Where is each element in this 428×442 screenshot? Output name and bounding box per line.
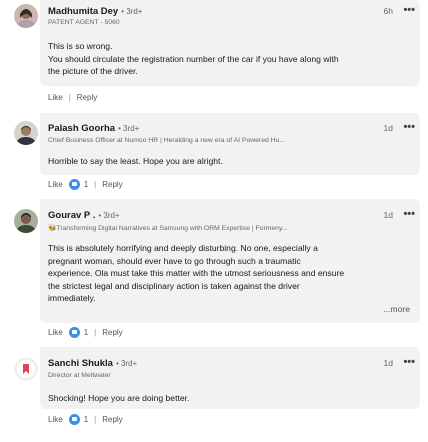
timestamp: 6h [383,6,393,16]
like-button[interactable]: Like [48,415,63,424]
comment-line: the picture of the driver. [48,66,138,77]
reply-button[interactable]: Reply [102,328,122,337]
divider: | [68,93,71,102]
see-more-link[interactable]: ...more [383,304,410,314]
timestamp: 1d [383,358,393,368]
more-options-icon[interactable]: ••• [403,208,415,220]
comment-text: This is so wrong. You should circulate t… [48,40,413,78]
author-headline: Chief Business Officer at Numoo HR | Her… [48,137,285,144]
comment-line: experience. Ola must take this matter wi… [48,268,345,279]
comment-text: Shocking! Hope you are doing better. [48,392,413,405]
divider: | [94,328,97,337]
author-headline: Director at Meltwater [48,372,111,379]
author-name[interactable]: Gourav P . • 3rd+ [48,210,120,221]
like-button[interactable]: Like [48,93,63,102]
timestamp: 1d [383,210,393,220]
comment-gourav: Gourav P . • 3rd+ 🐝Transforming Digital N… [0,199,428,347]
reply-button[interactable]: Reply [102,415,122,424]
like-button[interactable]: Like [48,328,63,337]
reaction-count[interactable]: 1 [84,180,88,189]
avatar[interactable] [14,209,38,233]
reaction-count[interactable]: 1 [84,328,88,337]
avatar[interactable] [14,4,38,28]
author-name[interactable]: Palash Goorha • 3rd+ [48,123,139,134]
avatar[interactable] [14,357,38,381]
comment-actions: Like | Reply [48,93,97,102]
timestamp: 1d [383,123,393,133]
comment-actions: Like 1 | Reply [48,414,123,425]
like-reaction-icon [68,327,80,338]
comment-line: Shocking! Hope you are doing better. [48,393,190,403]
author-headline: 🐝Transforming Digital Narratives at Sams… [48,225,288,232]
connection-degree: • 3rd+ [115,359,138,368]
comment-actions: Like 1 | Reply [48,327,123,338]
comment-line: the strictest legal and disciplinary act… [48,280,300,291]
comment-text: Horrible to say the least. Hope you are … [48,155,413,168]
like-reaction-icon [68,414,80,425]
comment-line: You should circulate the registration nu… [48,53,339,64]
more-options-icon[interactable]: ••• [403,356,415,368]
comment-sanchi: Sanchi Shukla • 3rd+ Director at Meltwate… [0,347,428,442]
author-name[interactable]: Madhumita Dey • 3rd+ [48,6,142,17]
comment-madhumita: Madhumita Dey • 3rd+ PATENT AGENT - 5060 … [0,0,428,112]
more-options-icon[interactable]: ••• [403,4,415,16]
author-headline: PATENT AGENT - 5060 [48,19,120,26]
connection-degree: • 3rd+ [98,211,120,220]
comment-line: pregnant woman, should ever have to go t… [48,255,301,266]
comment-line: This is absolutely horrifying and deeply… [48,243,318,253]
more-options-icon[interactable]: ••• [403,121,415,133]
comment-line: immediately. [48,293,96,304]
author-name[interactable]: Sanchi Shukla • 3rd+ [48,358,137,369]
comment-line: This is so wrong. [48,41,113,51]
comment-text: This is absolutely horrifying and deeply… [48,242,413,305]
divider: | [94,180,97,189]
avatar[interactable] [14,121,38,145]
reply-button[interactable]: Reply [102,180,122,189]
comment-line: Horrible to say the least. Hope you are … [48,156,223,166]
comment-palash: Palash Goorha • 3rd+ Chief Business Offic… [0,113,428,199]
like-reaction-icon [68,179,80,190]
like-button[interactable]: Like [48,180,63,189]
comment-actions: Like 1 | Reply [48,179,123,190]
divider: | [94,415,97,424]
connection-degree: • 3rd+ [118,124,140,133]
reaction-count[interactable]: 1 [84,415,88,424]
reply-button[interactable]: Reply [77,93,97,102]
connection-degree: • 3rd+ [121,7,143,16]
